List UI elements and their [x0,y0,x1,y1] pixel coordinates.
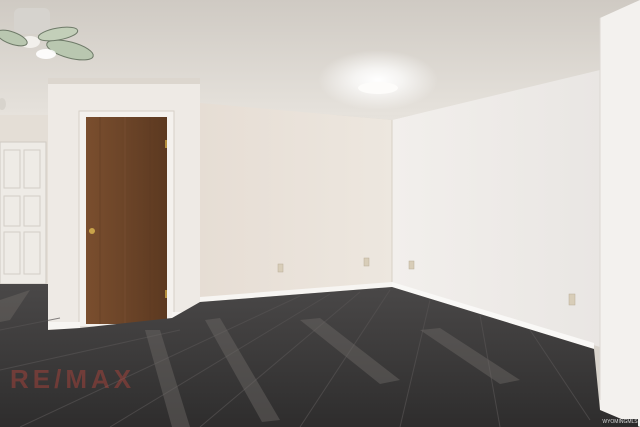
power-outlet [277,263,284,273]
ceiling-light-glow [318,50,438,110]
door-knob [89,228,95,234]
back-wall [200,103,392,300]
baseboard [48,322,80,329]
door-hinge [165,140,167,148]
ceiling-light [358,82,398,94]
listing-badge: WYOMINGMLS [602,419,638,426]
room-photo: RE/MAX WYOMINGMLS [0,0,640,427]
brand-watermark: RE/MAX [10,364,136,394]
right-column [600,0,640,427]
power-outlet [363,257,370,267]
door-hinge [165,290,167,298]
room-illustration [0,0,640,427]
power-outlet [568,293,576,306]
power-outlet [408,260,415,270]
wooden-door [86,117,167,324]
hallway-door [0,141,47,285]
left-wall-shade [48,78,200,84]
